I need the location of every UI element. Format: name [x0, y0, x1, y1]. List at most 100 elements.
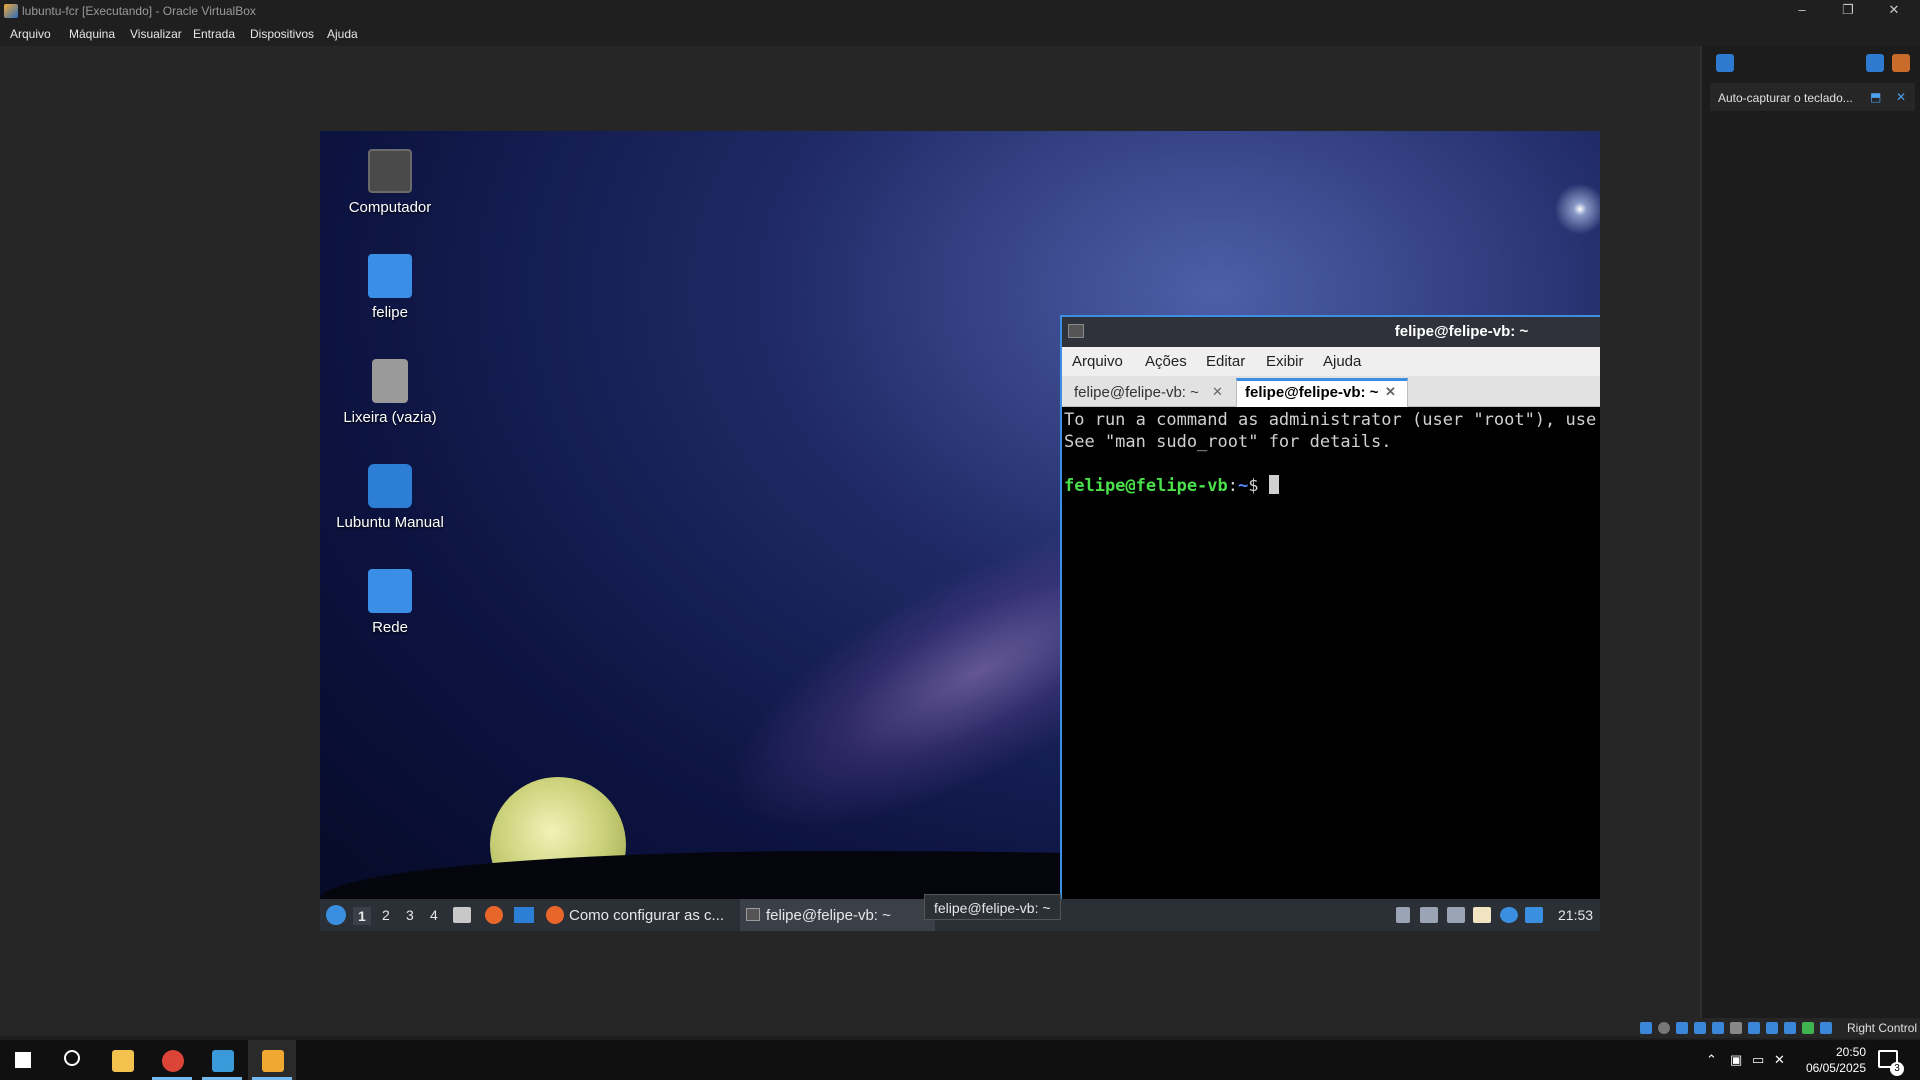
optical-drive-icon[interactable] [1658, 1022, 1670, 1034]
notification-text: Auto-capturar o teclado... [1718, 91, 1853, 105]
dock-icon[interactable] [1866, 54, 1884, 72]
terminal-window[interactable]: felipe@felipe-vb: ~ – ⤢ ✕ Arquivo Ações … [1060, 315, 1600, 931]
chevron-up-icon[interactable]: ⌃ [1706, 1052, 1717, 1068]
menu-maquina[interactable]: Máquina [69, 27, 115, 41]
task-firefox[interactable]: Como configurar as c... [542, 899, 726, 931]
terminal-menu-editar[interactable]: Editar [1206, 353, 1245, 370]
display-icon[interactable] [1748, 1022, 1760, 1034]
terminal-tab-2[interactable]: felipe@felipe-vb: ~ ✕ [1236, 378, 1408, 407]
clipboard-icon[interactable] [1473, 907, 1491, 923]
windows-logo-icon [15, 1052, 31, 1068]
prompt-path: ~ [1238, 476, 1249, 496]
tab-close-icon[interactable]: ✕ [1385, 384, 1396, 400]
host-key-label: Right Control [1847, 1021, 1918, 1035]
clock-date: 06/05/2025 [1805, 1061, 1866, 1075]
terminal-tab-1[interactable]: felipe@felipe-vb: ~ ✕ [1062, 378, 1236, 407]
start-button[interactable] [0, 1040, 48, 1080]
tray-update-icon[interactable] [1396, 907, 1410, 923]
notification-center-icon[interactable] [1716, 54, 1734, 72]
firefox-launcher-icon[interactable] [485, 906, 503, 924]
terminal-line: See "man sudo_root" for details. [1064, 432, 1392, 452]
vm-status-bar: Right Control [1640, 1018, 1920, 1038]
host-window-title: lubuntu-fcr [Executando] - Oracle Virtua… [22, 4, 256, 18]
terminal-title-bar[interactable]: felipe@felipe-vb: ~ – ⤢ ✕ [1062, 317, 1600, 347]
search-button[interactable] [48, 1040, 96, 1080]
menu-arquivo[interactable]: Arquivo [10, 27, 51, 41]
guest-additions-icon[interactable] [1802, 1022, 1814, 1034]
lubuntu-menu-icon[interactable] [326, 905, 346, 925]
terminal-line: To run a command as administrator (user … [1064, 410, 1600, 430]
terminal-menu-acoes[interactable]: Ações [1145, 353, 1187, 370]
network-icon[interactable] [1694, 1022, 1706, 1034]
guest-clock[interactable]: 21:53 [1558, 907, 1593, 923]
desktop-icon-lubuntu-manual[interactable]: Lubuntu Manual [320, 464, 460, 531]
tab-close-icon[interactable]: ✕ [1212, 384, 1223, 400]
notification-close-icon[interactable]: ✕ [1896, 90, 1906, 104]
volume-icon[interactable] [1420, 907, 1438, 923]
notification-item[interactable]: Auto-capturar o teclado... ⬒ ✕ [1710, 83, 1915, 111]
workspace-4[interactable]: 4 [430, 907, 438, 923]
task-label: Como configurar as c... [569, 907, 725, 924]
hard-disk-icon[interactable] [1640, 1022, 1652, 1034]
taskbar-vscode[interactable] [198, 1040, 246, 1080]
terminal-menu-bar: Arquivo Ações Editar Exibir Ajuda [1062, 347, 1600, 376]
tab-label: felipe@felipe-vb: ~ [1245, 384, 1379, 401]
text-cursor [1268, 475, 1279, 494]
show-desktop-icon[interactable] [514, 907, 534, 923]
computer-icon [368, 149, 412, 193]
windows-clock[interactable]: 20:50 06/05/2025 [1796, 1044, 1866, 1076]
pin-icon[interactable]: ⬒ [1870, 90, 1881, 104]
close-button[interactable]: ✕ [1874, 2, 1914, 20]
desktop-icon-rede[interactable]: Rede [320, 569, 460, 636]
restore-button[interactable]: ❐ [1828, 2, 1868, 20]
terminal-menu-arquivo[interactable]: Arquivo [1072, 353, 1123, 370]
menu-dispositivos[interactable]: Dispositivos [250, 27, 314, 41]
minimize-button[interactable]: – [1782, 2, 1822, 20]
network-icon[interactable]: ▭ [1752, 1052, 1764, 1068]
star-decoration [1550, 179, 1600, 239]
volume-muted-icon[interactable]: ✕ [1774, 1052, 1785, 1068]
task-terminal[interactable]: felipe@felipe-vb: ~ [740, 899, 935, 931]
file-manager-icon[interactable] [453, 907, 471, 923]
shared-folders-icon[interactable] [1730, 1022, 1742, 1034]
workspace-2[interactable]: 2 [382, 907, 390, 923]
terminal-icon [746, 908, 760, 921]
virtualbox-app-icon [4, 4, 18, 18]
desktop-icon-lixeira[interactable]: Lixeira (vazia) [320, 359, 460, 426]
home-folder-icon [368, 254, 412, 298]
workspace-3[interactable]: 3 [406, 907, 414, 923]
usb-icon[interactable] [1712, 1022, 1724, 1034]
taskbar-file-explorer[interactable] [98, 1040, 146, 1080]
terminal-menu-ajuda[interactable]: Ajuda [1323, 353, 1361, 370]
settings-icon[interactable] [1892, 54, 1910, 72]
meet-now-icon[interactable]: ▣ [1730, 1052, 1742, 1068]
menu-visualizar[interactable]: Visualizar [130, 27, 182, 41]
terminal-menu-exibir[interactable]: Exibir [1266, 353, 1304, 370]
network-tray-icon[interactable] [1500, 907, 1518, 923]
desktop-icon-label: Rede [372, 619, 408, 636]
display-tray-icon[interactable] [1447, 907, 1465, 923]
prompt-symbol: $ [1248, 476, 1259, 496]
terminal-output[interactable]: To run a command as administrator (user … [1062, 407, 1600, 931]
terminal-prompt: felipe@felipe-vb:~$ [1064, 475, 1600, 497]
menu-ajuda[interactable]: Ajuda [327, 27, 358, 41]
host-menu-bar: Arquivo Máquina Visualizar Entrada Dispo… [0, 22, 1920, 46]
workspace-1[interactable]: 1 [353, 907, 371, 925]
prompt-separator: : [1227, 476, 1239, 496]
recording-icon[interactable] [1766, 1022, 1778, 1034]
guest-screen[interactable]: Computador felipe Lixeira (vazia) Lubunt… [320, 131, 1600, 931]
cpu-icon[interactable] [1784, 1022, 1796, 1034]
mouse-integration-icon[interactable] [1820, 1022, 1832, 1034]
chrome-icon [162, 1050, 184, 1072]
taskbar-virtualbox[interactable] [248, 1040, 296, 1080]
virtualbox-icon [262, 1050, 284, 1072]
notification-tray-icon[interactable] [1525, 907, 1543, 923]
taskbar-chrome[interactable] [148, 1040, 196, 1080]
host-title-bar: lubuntu-fcr [Executando] - Oracle Virtua… [0, 0, 1920, 22]
menu-entrada[interactable]: Entrada [193, 27, 235, 41]
terminal-title: felipe@felipe-vb: ~ [1394, 323, 1529, 340]
file-explorer-icon [112, 1050, 134, 1072]
audio-icon[interactable] [1676, 1022, 1688, 1034]
desktop-icon-computador[interactable]: Computador [320, 149, 460, 216]
desktop-icon-felipe[interactable]: felipe [320, 254, 460, 321]
